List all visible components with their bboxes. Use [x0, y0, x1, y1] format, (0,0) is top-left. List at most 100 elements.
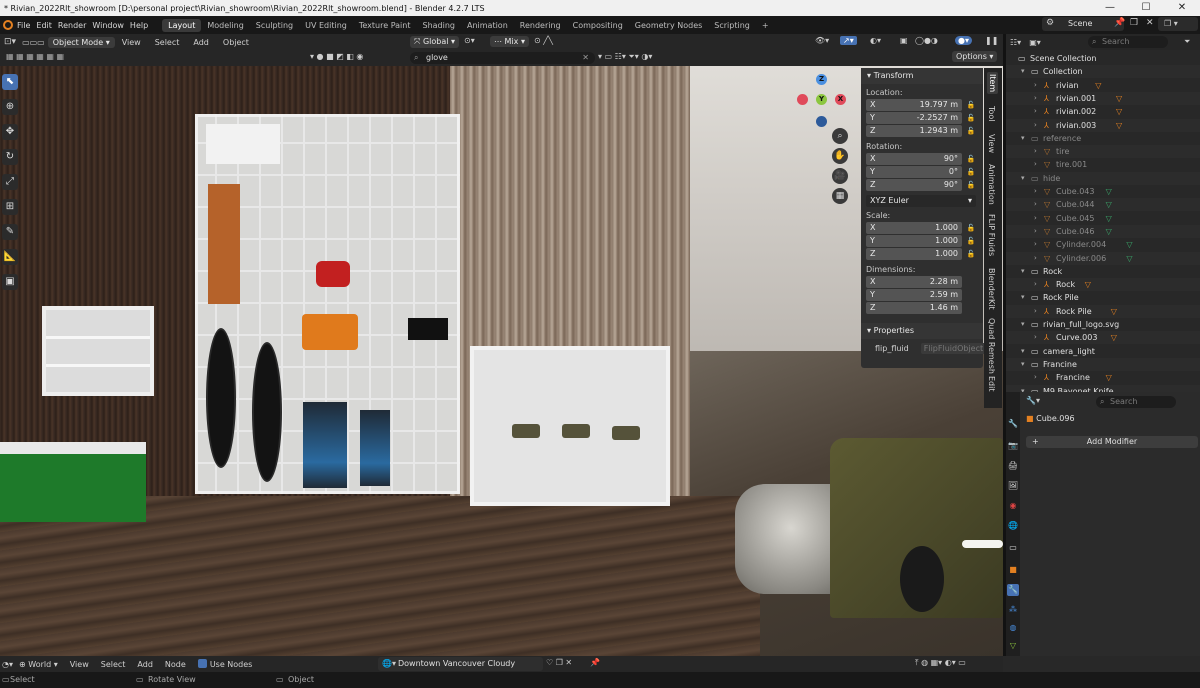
- transform-panel-header[interactable]: ▾ Transform: [861, 68, 983, 84]
- rendered-shading-button[interactable]: ●▾: [955, 36, 972, 45]
- clear-search-icon[interactable]: ✕: [582, 52, 589, 64]
- expand-arrow-icon[interactable]: ›: [1034, 79, 1037, 92]
- expand-arrow-icon[interactable]: ›: [1034, 198, 1037, 211]
- outliner-editor-icon[interactable]: ☷▾: [1010, 38, 1021, 47]
- object-mode-dropdown[interactable]: Object Mode ▾: [47, 36, 115, 48]
- tab-view[interactable]: View: [987, 134, 996, 153]
- collection-props-icon[interactable]: ▭: [1007, 542, 1019, 554]
- filter-icon[interactable]: ⏷: [1184, 37, 1190, 47]
- node-menu-node[interactable]: Node: [159, 660, 192, 669]
- add-workspace-button[interactable]: +: [756, 19, 775, 32]
- lock-icon[interactable]: 🔓: [966, 101, 976, 109]
- transform-tool-icon[interactable]: ⊞: [2, 199, 18, 215]
- menu-file[interactable]: File: [17, 21, 36, 30]
- expand-arrow-icon[interactable]: ›: [1034, 225, 1037, 238]
- cursor-tool-icon[interactable]: ⊕: [2, 99, 18, 115]
- move-tool-icon[interactable]: ✥: [2, 124, 18, 140]
- node-menu-select[interactable]: Select: [95, 660, 132, 669]
- rotation-x-field[interactable]: X 90°: [866, 153, 962, 165]
- new-scene-icon[interactable]: ❐: [1130, 18, 1138, 28]
- lock-icon[interactable]: 🔓: [966, 168, 976, 176]
- tab-tool[interactable]: Tool: [987, 106, 996, 122]
- tab-layout[interactable]: Layout: [162, 18, 202, 32]
- dimensions-y-field[interactable]: Y 2.59 m: [866, 289, 962, 301]
- world-props-icon[interactable]: 🌐: [1007, 520, 1019, 532]
- scale-x-field[interactable]: X 1.000: [866, 222, 962, 234]
- outliner-row[interactable]: › ▽ tire: [1006, 145, 1200, 159]
- viewport-menu-add[interactable]: Add: [186, 38, 216, 47]
- rotation-mode-dropdown[interactable]: XYZ Euler ▾: [866, 195, 976, 207]
- view-layer-icon[interactable]: 🖼: [1007, 480, 1019, 492]
- expand-arrow-icon[interactable]: ▾: [1021, 345, 1025, 358]
- expand-arrow-icon[interactable]: ›: [1034, 238, 1037, 251]
- object-props-icon[interactable]: ■: [1007, 564, 1019, 576]
- tab-texture-paint[interactable]: Texture Paint: [353, 19, 417, 32]
- gizmo-z-negative[interactable]: [816, 116, 827, 127]
- measure-tool-icon[interactable]: 📐: [2, 249, 18, 265]
- tool-props-icon[interactable]: 🔧: [1007, 418, 1019, 430]
- options-dropdown[interactable]: Options ▾: [952, 51, 998, 62]
- outliner-row[interactable]: › ⅄ rivian.002 ▽: [1006, 105, 1200, 118]
- expand-arrow-icon[interactable]: ›: [1034, 145, 1037, 158]
- select-mode-icons[interactable]: ▭▭▭: [22, 38, 45, 47]
- outliner-row[interactable]: › ⅄ rivian.003 ▽: [1006, 118, 1200, 132]
- gizmo-x-axis[interactable]: X: [835, 94, 846, 105]
- tab-quad-remesh[interactable]: Quad Remesh: [987, 318, 996, 374]
- lock-icon[interactable]: 🔓: [966, 237, 976, 245]
- menu-render[interactable]: Render: [58, 21, 92, 30]
- output-props-icon[interactable]: 🖨: [1007, 460, 1019, 472]
- asset-search-field[interactable]: ⌕ glove ✕: [410, 52, 595, 64]
- overlay-toggle[interactable]: ◐▾: [870, 36, 881, 45]
- tab-geometry-nodes[interactable]: Geometry Nodes: [629, 19, 708, 32]
- tab-animation-side[interactable]: Animation: [987, 164, 996, 205]
- close-button[interactable]: ✕: [1164, 0, 1200, 16]
- lock-icon[interactable]: 🔓: [966, 114, 976, 122]
- view-layer-selector[interactable]: ❐ ▾: [1158, 17, 1198, 31]
- rotation-z-field[interactable]: Z 90°: [866, 179, 962, 191]
- outliner-row[interactable]: ▾ ▭ Rock Pile: [1006, 291, 1200, 304]
- properties-panel-header[interactable]: ▾ Properties: [861, 323, 983, 339]
- viewport-menu-object[interactable]: Object: [216, 38, 256, 47]
- pin-icon[interactable]: 📌: [590, 658, 600, 667]
- outliner-row[interactable]: › ▽ Cube.045 ▽: [1006, 212, 1200, 225]
- editor-type-icon[interactable]: ◔▾: [2, 660, 13, 669]
- gizmo-y-axis[interactable]: Y: [816, 94, 827, 105]
- tab-rendering[interactable]: Rendering: [514, 19, 567, 32]
- delete-scene-icon[interactable]: ✕: [1146, 18, 1154, 28]
- outliner-row[interactable]: › ⅄ Rock Pile ▽: [1006, 304, 1200, 318]
- 3d-viewport[interactable]: [0, 66, 1003, 656]
- tab-shading[interactable]: Shading: [416, 19, 461, 32]
- physics-props-icon[interactable]: ◍: [1007, 622, 1019, 634]
- render-props-icon[interactable]: 📷: [1007, 440, 1019, 452]
- datablock-actions-icons[interactable]: ♡ ❐ ✕: [546, 658, 572, 667]
- data-props-icon[interactable]: ▽: [1007, 640, 1019, 652]
- expand-arrow-icon[interactable]: ›: [1034, 331, 1037, 344]
- tab-modeling[interactable]: Modeling: [201, 19, 249, 32]
- outliner-row[interactable]: › ▽ Cylinder.006 ▽: [1006, 251, 1200, 265]
- node-menu-view[interactable]: View: [64, 660, 95, 669]
- lock-icon[interactable]: 🔓: [966, 181, 976, 189]
- blender-logo-icon[interactable]: [3, 20, 13, 30]
- expand-arrow-icon[interactable]: ›: [1034, 185, 1037, 198]
- properties-search[interactable]: ⌕ Search: [1096, 396, 1176, 408]
- expand-arrow-icon[interactable]: ▾: [1021, 291, 1025, 304]
- pan-hand-icon[interactable]: ✋: [832, 148, 848, 164]
- outliner-row[interactable]: › ⅄ Francine ▽: [1006, 371, 1200, 384]
- outliner-row[interactable]: › ⅄ Rock ▽: [1006, 278, 1200, 292]
- location-x-field[interactable]: X 19.797 m: [866, 99, 962, 111]
- tab-sculpting[interactable]: Sculpting: [250, 19, 299, 32]
- scene-selector[interactable]: Scene: [1042, 17, 1124, 31]
- maximize-button[interactable]: ☐: [1128, 0, 1164, 16]
- outliner-row[interactable]: ▭ Scene Collection: [1006, 52, 1200, 65]
- location-z-field[interactable]: Z 1.2943 m: [866, 125, 962, 137]
- select-tool-icon[interactable]: ⬉: [2, 74, 18, 90]
- minimize-button[interactable]: —: [1092, 0, 1128, 16]
- node-menu-add[interactable]: Add: [131, 660, 159, 669]
- rotation-y-field[interactable]: Y 0°: [866, 166, 962, 178]
- proportional-edit-icon[interactable]: ⊙ ╱╲: [534, 36, 553, 45]
- pin-icon[interactable]: 📌: [1114, 18, 1125, 28]
- properties-editor-icon[interactable]: 🔧▾: [1026, 396, 1040, 405]
- location-y-field[interactable]: Y -2.2527 m: [866, 112, 962, 124]
- expand-arrow-icon[interactable]: ▾: [1021, 265, 1025, 278]
- expand-arrow-icon[interactable]: ›: [1034, 119, 1037, 132]
